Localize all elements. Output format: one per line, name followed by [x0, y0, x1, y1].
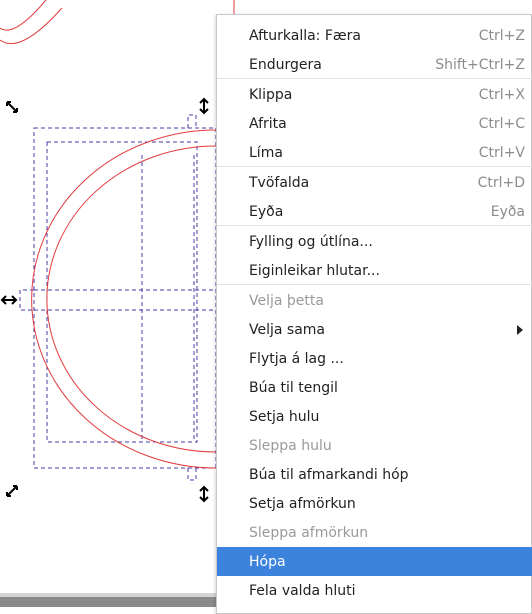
canvas-path-topleft-inner[interactable] [0, 0, 47, 31]
menu-item-label: Eiginleikar hlutar... [249, 262, 380, 279]
arc-outer[interactable] [31, 129, 217, 469]
menu-item-paste[interactable]: Líma Ctrl+V [217, 138, 532, 167]
menu-item-move-to-layer[interactable]: Flytja á lag ... [217, 344, 532, 373]
menu-item-shortcut: Ctrl+D [477, 174, 525, 191]
stretch-handle-bottom[interactable] [199, 485, 209, 503]
stretch-handle-top[interactable] [199, 97, 209, 115]
menu-item-label: Endurgera [249, 56, 322, 73]
menu-item-shortcut: Ctrl+V [478, 144, 525, 161]
menu-separator [217, 78, 532, 79]
menu-item-redo[interactable]: Endurgera Shift+Ctrl+Z [217, 50, 532, 79]
menu-item-label: Fylling og útlína... [249, 233, 373, 250]
context-menu: Afturkalla: Færa Ctrl+Z Endurgera Shift+… [216, 14, 532, 614]
bbox-outer [33, 127, 217, 469]
menu-item-label: Líma [249, 144, 283, 161]
scale-handle-bottomleft[interactable] [6, 485, 18, 497]
menu-item-group[interactable]: Hópa [217, 547, 532, 576]
menu-item-label: Afrita [249, 115, 287, 132]
menu-item-release-clip: Sleppa afmörkun [217, 518, 532, 547]
menu-item-shortcut: Ctrl+C [478, 115, 525, 132]
menu-item-object-properties[interactable]: Eiginleikar hlutar... [217, 256, 532, 285]
menu-item-label: Afturkalla: Færa [249, 27, 361, 44]
menu-item-label: Búa til afmarkandi hóp [249, 466, 409, 483]
menu-item-label: Tvöfalda [249, 174, 310, 191]
submenu-arrow-icon [517, 324, 523, 335]
menu-item-select-this: Velja þetta [217, 286, 532, 315]
stretch-handle-left[interactable] [0, 295, 18, 305]
menu-item-label: Sleppa hulu [249, 437, 332, 454]
menu-item-label: Klippa [249, 86, 293, 103]
menu-item-label: Búa til tengil [249, 379, 338, 396]
menu-item-duplicate[interactable]: Tvöfalda Ctrl+D [217, 168, 532, 197]
menu-item-undo[interactable]: Afturkalla: Færa Ctrl+Z [217, 21, 532, 50]
menu-item-shortcut: Shift+Ctrl+Z [435, 56, 525, 73]
menu-item-label: Fela valda hluti [249, 582, 356, 599]
menu-item-release-mask: Sleppa hulu [217, 431, 532, 460]
menu-item-shortcut: Ctrl+X [478, 86, 525, 103]
menu-item-cut[interactable]: Klippa Ctrl+X [217, 80, 532, 109]
menu-item-label: Hópa [249, 553, 286, 570]
menu-item-copy[interactable]: Afrita Ctrl+C [217, 109, 532, 138]
menu-item-label: Eyða [249, 203, 284, 220]
menu-item-fill-stroke[interactable]: Fylling og útlína... [217, 227, 532, 256]
menu-item-create-link[interactable]: Búa til tengil [217, 373, 532, 402]
menu-item-label: Velja sama [249, 321, 326, 338]
arc-inner[interactable] [46, 145, 217, 453]
menu-item-label: Flytja á lag ... [249, 350, 344, 367]
menu-separator [217, 284, 532, 285]
menu-item-label: Sleppa afmörkun [249, 524, 369, 541]
menu-item-select-same[interactable]: Velja sama [217, 315, 532, 344]
menu-item-shortcut: Ctrl+Z [478, 27, 525, 44]
menu-separator [217, 225, 532, 226]
menu-item-create-clip-group[interactable]: Búa til afmarkandi hóp [217, 460, 532, 489]
menu-item-label: Setja afmörkun [249, 495, 356, 512]
menu-item-delete[interactable]: Eyða Eyða [217, 197, 532, 226]
canvas-path-topleft[interactable] [0, 7, 63, 45]
scale-handle-topleft[interactable] [6, 101, 18, 113]
menu-separator [217, 166, 532, 167]
menu-item-hide-selected[interactable]: Fela valda hluti [217, 576, 532, 605]
menu-item-shortcut: Eyða [490, 203, 525, 220]
menu-item-set-mask[interactable]: Setja hulu [217, 402, 532, 431]
menu-item-label: Velja þetta [249, 292, 324, 309]
menu-item-label: Setja hulu [249, 408, 320, 425]
bbox-inner [46, 141, 198, 443]
status-bar [0, 597, 216, 607]
menu-item-set-clip[interactable]: Setja afmörkun [217, 489, 532, 518]
